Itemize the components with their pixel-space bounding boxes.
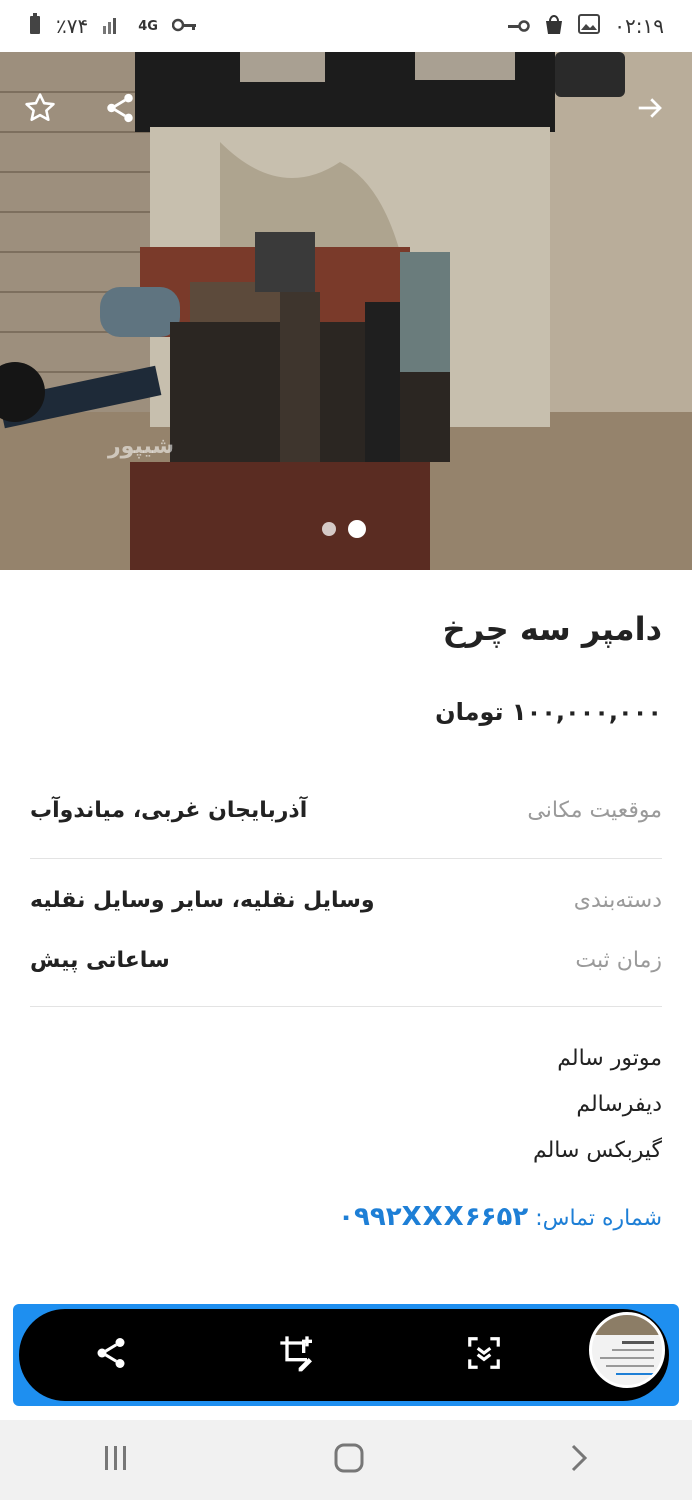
share-screenshot-button[interactable]	[93, 1335, 129, 1375]
arrow-right-icon	[635, 93, 665, 127]
divider	[30, 1006, 662, 1007]
listing-photo-gallery[interactable]: شیپور	[0, 52, 692, 570]
status-left: ٪۷۴ 4G	[28, 12, 198, 40]
location-label: موقعیت مکانی	[527, 798, 662, 823]
contact-line: شماره تماس: ۰۹۹۲XXX۶۶۵۲	[338, 1202, 662, 1232]
back-icon	[571, 1444, 588, 1472]
share-icon	[103, 91, 137, 129]
shop-bag-icon	[544, 13, 564, 40]
gallery-icon	[578, 13, 601, 39]
battery-icon	[28, 12, 42, 40]
share-icon	[97, 1338, 125, 1368]
posted-time-value: ساعاتی پیش	[30, 948, 170, 973]
gallery-dot-active[interactable]	[348, 520, 366, 538]
divider	[30, 858, 662, 859]
description-line: دیفرسالم	[576, 1092, 662, 1117]
category-label: دسته‌بندی	[573, 888, 662, 913]
crop-edit-button[interactable]	[277, 1333, 317, 1377]
scroll-capture-icon	[468, 1337, 500, 1369]
gallery-indicator	[322, 520, 366, 538]
screenshot-thumbnail[interactable]	[589, 1312, 665, 1388]
category-row: دسته‌بندی وسایل نقلیه، سایر وسایل نقلیه	[30, 888, 662, 913]
recents-icon	[105, 1446, 126, 1470]
clock-time: ۰۲:۱۹	[614, 14, 664, 38]
key-icon	[506, 14, 531, 38]
location-value: آذربایجان غربی، میاندوآب	[30, 798, 308, 823]
description-line: گیربکس سالم	[532, 1138, 662, 1163]
recents-button[interactable]	[101, 1444, 131, 1476]
star-icon	[23, 91, 57, 129]
back-button[interactable]	[567, 1443, 591, 1477]
favorite-button[interactable]	[18, 88, 62, 132]
status-bar: ٪۷۴ 4G ۰۲:۱۹	[0, 0, 692, 52]
network-type: 4G	[138, 18, 158, 34]
listing-details: دامپر سه چرخ ۱۰۰,۰۰۰,۰۰۰ تومان موقعیت مک…	[0, 570, 692, 1270]
crop-edit-icon	[280, 1336, 312, 1372]
status-right: ۰۲:۱۹	[506, 13, 664, 40]
key-icon	[171, 14, 198, 38]
battery-percent: ٪۷۴	[56, 14, 89, 38]
posted-time-label: زمان ثبت	[575, 948, 662, 973]
category-value: وسایل نقلیه، سایر وسایل نقلیه	[30, 888, 375, 913]
contact-label: شماره تماس:	[535, 1206, 662, 1231]
contact-phone-link[interactable]: ۰۹۹۲XXX۶۶۵۲	[338, 1202, 528, 1232]
listing-title: دامپر سه چرخ	[442, 610, 662, 648]
share-button[interactable]	[98, 88, 142, 132]
home-icon	[334, 1443, 364, 1473]
back-arrow-button[interactable]	[628, 88, 672, 132]
description-line: موتور سالم	[557, 1046, 662, 1071]
watermark-logo: شیپور	[108, 434, 175, 459]
system-nav-bar	[0, 1420, 692, 1500]
signal-icon	[102, 14, 124, 39]
gallery-dot[interactable]	[322, 522, 336, 536]
home-button[interactable]	[333, 1442, 365, 1478]
scroll-capture-button[interactable]	[465, 1334, 503, 1376]
screenshot-toolbar-bar	[19, 1309, 669, 1401]
location-row: موقعیت مکانی آذربایجان غربی، میاندوآب	[30, 798, 662, 823]
posted-time-row: زمان ثبت ساعاتی پیش	[30, 948, 662, 973]
screenshot-toolbar	[13, 1304, 679, 1406]
thumbnail-preview	[592, 1315, 662, 1375]
listing-price: ۱۰۰,۰۰۰,۰۰۰ تومان	[435, 698, 662, 726]
